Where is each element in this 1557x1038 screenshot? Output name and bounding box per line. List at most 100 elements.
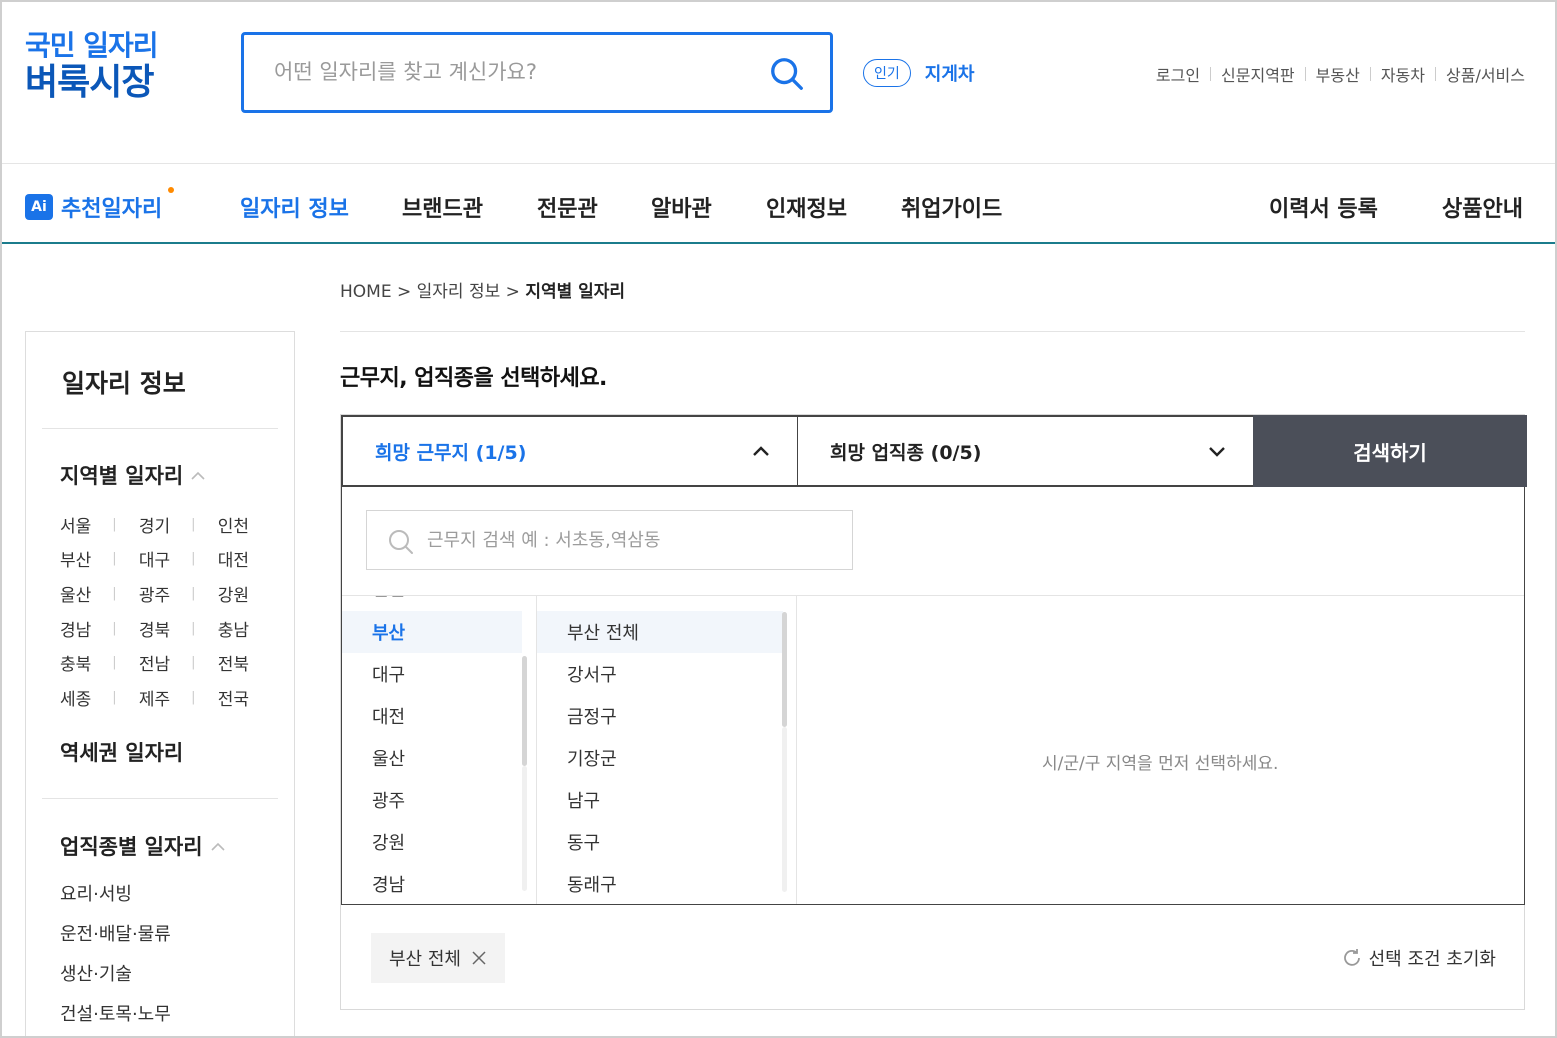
list-item[interactable]: 부산 전체: [537, 611, 783, 653]
tab-jobtype[interactable]: 희망 업직종 (0/5): [798, 417, 1253, 485]
ai-icon: Ai: [25, 194, 53, 220]
station-jobs-label: 역세권 일자리: [60, 741, 184, 765]
list-item[interactable]: 울산: [342, 737, 522, 779]
divider: |: [112, 585, 117, 601]
site-logo[interactable]: 국민 일자리 벼룩시장: [25, 29, 159, 104]
services-link[interactable]: 상품/서비스: [1446, 62, 1525, 86]
reset-filters-button[interactable]: 선택 조건 초기화: [1341, 945, 1496, 971]
list-item[interactable]: 부산: [342, 611, 522, 653]
list-item[interactable]: 금정구: [537, 695, 783, 737]
login-link[interactable]: 로그인: [1156, 62, 1200, 86]
region-jeonbuk[interactable]: 전북: [218, 650, 270, 675]
divider: |: [112, 655, 117, 671]
scrollbar-thumb[interactable]: [522, 656, 527, 766]
popular-keyword: 인기 지게차: [863, 59, 974, 87]
region-gyeongbuk[interactable]: 경북: [139, 616, 191, 641]
nav-parttime[interactable]: 알바관: [651, 191, 712, 223]
region-list: 서울 | 경기 | 인천 부산 | 대구 | 대전 울산 | 광주 | 강원 경남 | 경북 | 충남 충북 | 전…: [60, 507, 270, 715]
region-gyeonggi[interactable]: 경기: [139, 512, 191, 537]
region-row: 경남 | 경북 | 충남: [60, 611, 270, 646]
region-column: 인천 부산 대구 대전 울산 광주 강원 경남: [342, 596, 537, 904]
divider: [42, 798, 278, 799]
region-gwangju[interactable]: 광주: [139, 581, 191, 606]
region-jeju[interactable]: 제주: [139, 685, 191, 710]
tab-location-label: 희망 근무지 (1/5): [375, 441, 527, 464]
divider: |: [112, 551, 117, 567]
popular-keyword-link[interactable]: 지게차: [925, 60, 975, 86]
scrollbar-thumb[interactable]: [782, 612, 787, 727]
region-sejong[interactable]: 세종: [60, 685, 112, 710]
nav-guide[interactable]: 취업가이드: [901, 191, 1002, 223]
search-button[interactable]: 검색하기: [1253, 415, 1527, 487]
chevron-up-icon: [191, 471, 205, 480]
top-links: 로그인 신문지역판 부동산 자동차 상품/서비스: [1156, 62, 1525, 86]
popular-badge: 인기: [863, 59, 911, 87]
breadcrumb-home[interactable]: HOME: [340, 282, 392, 302]
jobtype-cooking-serving[interactable]: 요리·서빙: [60, 880, 171, 920]
breadcrumb-job-info[interactable]: 일자리 정보: [417, 282, 501, 302]
list-item[interactable]: 경남: [342, 863, 522, 904]
jobtype-jobs-heading[interactable]: 업직종별 일자리: [60, 831, 225, 861]
realestate-link[interactable]: 부동산: [1316, 62, 1360, 86]
scrollbar-track: [782, 727, 787, 892]
list-item[interactable]: 기장군: [537, 737, 783, 779]
list-item[interactable]: 인천: [342, 596, 522, 610]
list-item[interactable]: 대전: [342, 695, 522, 737]
tab-jobtype-label: 희망 업직종 (0/5): [830, 441, 982, 464]
list-item[interactable]: 강원: [342, 821, 522, 863]
station-jobs-link[interactable]: 역세권 일자리: [60, 737, 183, 767]
region-nationwide[interactable]: 전국: [218, 685, 270, 710]
close-icon[interactable]: [471, 950, 487, 966]
search-filter-panel: 희망 근무지 (1/5) 희망 업직종 (0/5) 검색하기 인천 부산 대구 …: [340, 414, 1527, 1010]
region-jeonnam[interactable]: 전남: [139, 650, 191, 675]
jobtype-construction[interactable]: 건설·토목·노무: [60, 1000, 171, 1038]
dong-select-hint: 시/군/구 지역을 먼저 선택하세요.: [1042, 754, 1279, 774]
breadcrumb: HOME > 일자리 정보 > 지역별 일자리: [340, 277, 625, 302]
region-gyeongnam[interactable]: 경남: [60, 616, 112, 641]
region-incheon[interactable]: 인천: [218, 512, 270, 537]
region-daejeon[interactable]: 대전: [218, 546, 270, 571]
region-row: 부산 | 대구 | 대전: [60, 542, 270, 577]
newspaper-link[interactable]: 신문지역판: [1221, 62, 1295, 86]
nav-talent[interactable]: 인재정보: [766, 191, 847, 223]
chevron-down-icon: [1209, 447, 1225, 457]
location-dropdown: 인천 부산 대구 대전 울산 광주 강원 경남 부산 전체 강서구 금정구 기장…: [341, 487, 1525, 905]
region-row: 세종 | 제주 | 전국: [60, 680, 270, 715]
nav-expert[interactable]: 전문관: [537, 191, 598, 223]
list-item[interactable]: 대구: [342, 653, 522, 695]
tab-location[interactable]: 희망 근무지 (1/5): [343, 417, 798, 485]
location-search-input[interactable]: [427, 527, 837, 553]
nav-products[interactable]: 상품안내: [1442, 191, 1523, 223]
jobtype-jobs-label: 업직종별 일자리: [60, 835, 203, 859]
region-row: 서울 | 경기 | 인천: [60, 507, 270, 542]
region-daegu[interactable]: 대구: [139, 546, 191, 571]
sidebar-title: 일자리 정보: [62, 369, 186, 398]
car-link[interactable]: 자동차: [1381, 62, 1425, 86]
main-search-input[interactable]: [274, 57, 754, 87]
nav-ai-recommend[interactable]: Ai 추천일자리: [25, 187, 175, 223]
list-item[interactable]: 동구: [537, 821, 783, 863]
list-item[interactable]: 남구: [537, 779, 783, 821]
jobtype-driving-delivery[interactable]: 운전·배달·물류: [60, 920, 171, 960]
jobtype-production-tech[interactable]: 생산·기술: [60, 960, 171, 1000]
nav-job-info[interactable]: 일자리 정보: [240, 191, 349, 223]
main-search-box: [241, 32, 833, 113]
location-search-box: [366, 510, 853, 570]
region-jobs-heading[interactable]: 지역별 일자리: [60, 460, 205, 490]
logo-line1: 국민 일자리: [25, 29, 159, 62]
region-busan[interactable]: 부산: [60, 546, 112, 571]
nav-brand[interactable]: 브랜드관: [402, 191, 483, 223]
sidebar: 일자리 정보 지역별 일자리 서울 | 경기 | 인천 부산 | 대구 | 대전 울산 | 광주 | 강…: [25, 331, 295, 1038]
list-item[interactable]: 강서구: [537, 653, 783, 695]
region-chungnam[interactable]: 충남: [218, 616, 270, 641]
list-item[interactable]: 광주: [342, 779, 522, 821]
region-gangwon[interactable]: 강원: [218, 581, 270, 606]
search-icon[interactable]: [768, 55, 806, 93]
list-item[interactable]: 동래구: [537, 863, 783, 904]
nav-resume-register[interactable]: 이력서 등록: [1269, 191, 1378, 223]
region-chungbuk[interactable]: 충북: [60, 650, 112, 675]
divider: |: [191, 516, 196, 532]
region-seoul[interactable]: 서울: [60, 512, 112, 537]
new-dot-icon: [168, 187, 175, 193]
region-ulsan[interactable]: 울산: [60, 581, 112, 606]
